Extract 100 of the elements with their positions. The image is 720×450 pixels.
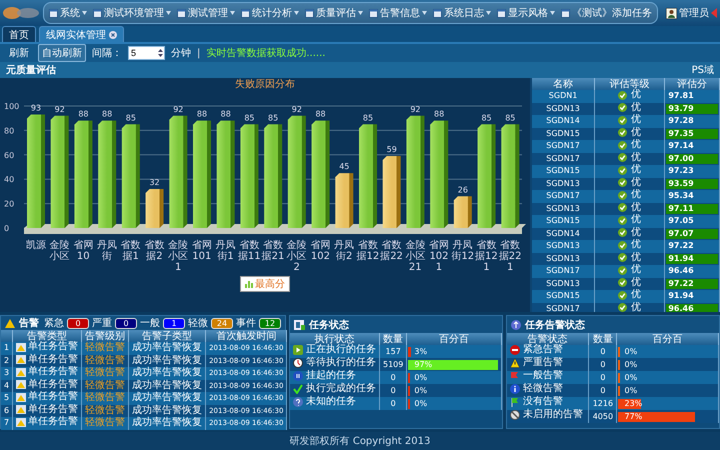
refresh-button[interactable]: 刷新 [6,45,32,61]
column-header: 百分百 [406,333,502,345]
warning-icon [16,342,26,352]
percent-label: 0% [624,346,638,356]
grade-label: 优 [631,290,642,300]
footer-text: 研发部权所有 Copyright 2013 [290,434,430,448]
table-cell: 0 [380,397,407,410]
check-icon [618,266,628,274]
panel-title: 告警 [19,316,39,330]
count-badge: 0 [115,318,137,328]
score-value: 97.11 [666,204,718,214]
check-icon [618,216,628,224]
play-icon [293,345,303,355]
menu-item[interactable]: 显示风格 [494,5,558,21]
check-icon [618,240,628,250]
warning-icon [5,318,15,328]
percent-label: 0% [414,386,428,396]
grade-label: 优 [631,128,642,138]
score-value: 97.22 [666,278,718,289]
check-icon [618,190,628,200]
data-label: 85 [505,113,516,122]
tab[interactable]: 线网实体管理 [39,26,124,42]
level-label: 轻微 [188,317,208,330]
menu-item[interactable]: 统计分析 [238,5,302,21]
data-label: 59 [386,145,397,154]
axis-label: 省数据21 [261,240,285,264]
axis-label: 省数据2 [143,240,166,264]
axis-tick-label: 40 [4,175,14,184]
score-value: 97.23 [667,166,695,176]
grade-label: 优 [631,165,642,175]
data-label: 88 [315,110,326,119]
warning-icon [16,355,26,364]
window-icon [433,8,442,18]
score-value: 97.14 [667,141,695,152]
score-value: 91.94 [667,291,695,302]
window-icon [497,8,506,18]
check-icon [618,153,628,162]
warning-icon [16,418,26,426]
menu-item[interactable]: 系统日志 [430,5,494,21]
warning-icon [16,368,26,376]
level-label: 严重 [92,316,112,330]
count-badge: 0 [67,318,89,328]
grade-label: 优 [631,115,642,125]
score-value: 91.94 [666,254,718,264]
window-icon [305,8,314,18]
check-icon [618,116,628,124]
chart-bar [335,173,354,228]
menu-item[interactable]: 告警信息 [366,5,430,21]
separator: | [197,48,200,58]
alarm-type: 单任务告警 [28,380,78,390]
column-header: 名称 [532,78,595,90]
caret-icon [294,11,299,15]
axis-label: 省网101 [190,240,213,264]
percent-label: 3% [414,346,428,356]
alarm-type: 单任务告警 [28,367,78,377]
data-label: 88 [220,110,231,119]
window-icon [93,8,102,18]
alarm-type: 单任务告警 [28,392,78,402]
axis-label: 金陵小区21 [404,240,426,273]
count-badge: 12 [259,318,281,328]
score-value: 93.59 [666,178,718,189]
data-label: 93 [30,104,42,113]
check-icon [618,290,628,300]
menu-item[interactable]: 质量评估 [302,5,366,21]
domain-label: PS域 [692,64,714,77]
user-name[interactable]: 管理员 [679,6,709,20]
warning-icon [510,358,520,368]
level-label: 事件 [236,316,256,330]
status-label: 正在执行的任务 [306,345,376,355]
data-label: 32 [149,178,160,187]
axis-tick-label: 20 [4,200,14,209]
close-icon[interactable] [109,30,117,38]
info-icon [511,320,521,330]
axis-label: 省数据1 [120,240,142,264]
menu-item[interactable]: 测试管理 [174,5,238,21]
column-header: 评估分 [664,78,720,90]
check-icon [618,303,628,312]
column-header: 告警状态 [507,333,589,345]
check-icon [618,253,628,262]
alarm-type: 单任务告警 [28,404,78,414]
data-label: 45 [339,162,350,172]
auto-refresh-button[interactable]: 自动刷新 [38,44,86,62]
tab[interactable]: 首页 [2,26,36,42]
score-value: 97.35 [666,128,718,139]
caret-icon [550,11,555,15]
alarm-level: 轻微告警 [82,417,129,430]
data-label: 26 [458,185,468,194]
menu-item[interactable]: 系统 [46,5,90,21]
window-icon [369,8,378,18]
menu-item[interactable]: 测试环境管理 [90,5,174,21]
interval-field[interactable]: 5 [128,46,165,60]
score-value: 97.22 [667,241,695,252]
grade-label: 优 [631,190,642,200]
menu-item[interactable]: 《测试》添加任务 [558,5,655,21]
grade-label: 优 [631,215,642,225]
warning-icon [16,392,26,402]
status-label: 未启用的告警 [523,410,583,420]
axis-label: 省数据11 [237,240,262,264]
check-icon [618,228,628,237]
grade-label: 优 [631,152,642,162]
